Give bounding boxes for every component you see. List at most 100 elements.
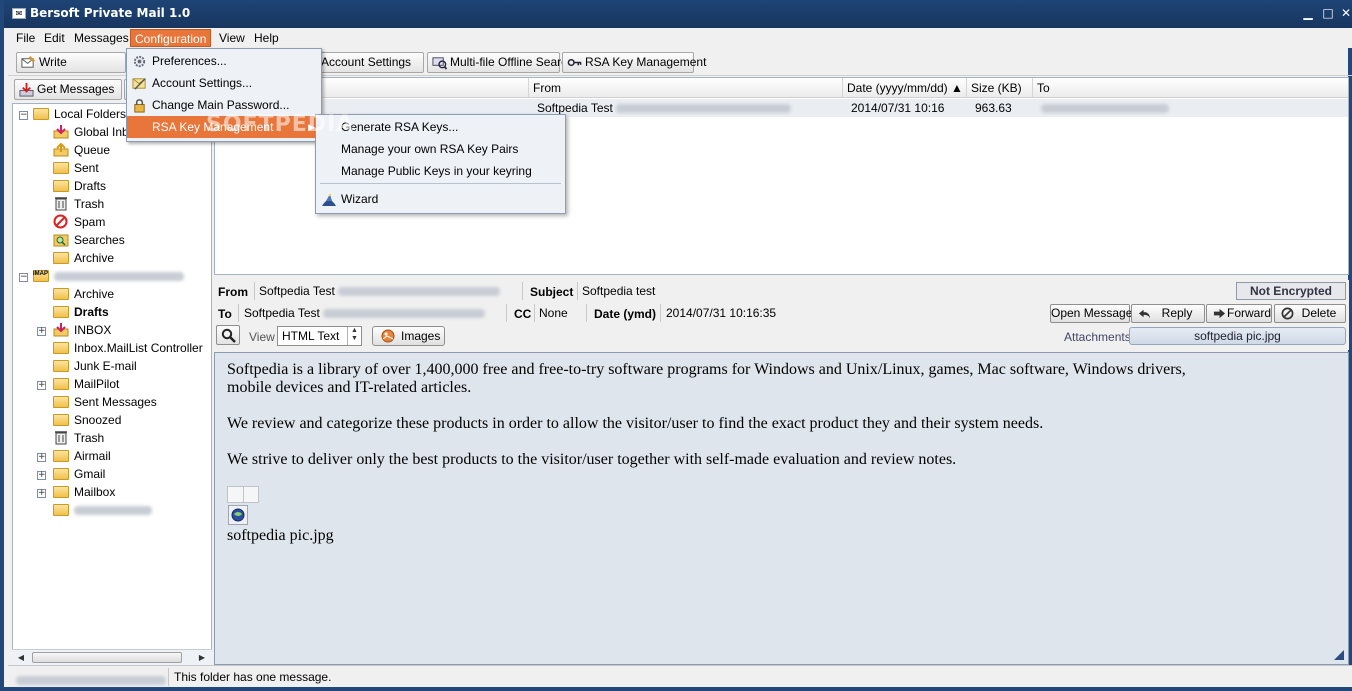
tree-imap-account[interactable]: IMAP — [33, 267, 184, 285]
status-bar: This folder has one message. — [8, 665, 1352, 687]
message-to-redacted — [1037, 99, 1169, 117]
inbox-icon — [53, 125, 69, 139]
body-para-3: We strive to deliver only the best produ… — [227, 451, 957, 468]
reply-button[interactable]: Reply — [1131, 304, 1205, 323]
column-to[interactable]: To — [1033, 78, 1349, 98]
spinner-icon[interactable]: ▲ ▼ — [347, 327, 361, 345]
find-button[interactable] — [216, 325, 240, 345]
delete-button[interactable]: Delete — [1274, 304, 1346, 323]
account-settings-icon — [132, 78, 146, 90]
account-name-redacted — [54, 269, 184, 283]
collapse-local-folders[interactable]: − — [19, 111, 28, 120]
folder-label: Searches — [74, 233, 125, 247]
folder-sent[interactable]: Sent — [53, 159, 99, 177]
close-icon[interactable]: ✕ — [1338, 6, 1352, 20]
folder-label: MailPilot — [74, 377, 120, 391]
body-para-2: We review and categorize these products … — [227, 415, 1044, 432]
minimize-icon[interactable]: ▁ — [1300, 6, 1316, 20]
menu-bar: File Edit Messages Configuration View He… — [8, 28, 1352, 48]
resize-grip-icon[interactable] — [1333, 649, 1345, 661]
folder-queue[interactable]: Queue — [53, 141, 110, 159]
folder-spam[interactable]: Spam — [53, 213, 105, 231]
offline-search-button[interactable]: Multi-file Offline Search — [427, 52, 574, 73]
magnifier-icon — [221, 328, 236, 343]
imap-folder-trash[interactable]: Trash — [53, 429, 104, 447]
collapse-imap-account[interactable]: − — [19, 273, 28, 282]
title-bar: ✉ Bersoft Private Mail 1.0 ▁ □ ✕ — [4, 0, 1352, 28]
imap-folder-archive[interactable]: Archive — [53, 285, 114, 303]
menu-change-password[interactable]: Change Main Password... — [127, 94, 321, 116]
view-mode-select[interactable]: HTML Text ▲ ▼ — [277, 326, 362, 346]
menu-rsa-key-management[interactable]: RSA Key Management ▶ — [127, 116, 321, 138]
tree-local-folders[interactable]: Local Folders — [33, 105, 126, 123]
folder-icon — [53, 395, 69, 408]
open-message-button[interactable]: Open Message — [1050, 304, 1132, 323]
account-settings-button[interactable]: Account Settings — [308, 52, 424, 73]
write-button[interactable]: Write — [16, 52, 126, 73]
menu-messages[interactable]: Messages — [70, 29, 133, 47]
column-size[interactable]: Size (KB) — [967, 78, 1033, 98]
menu-view[interactable]: View — [215, 29, 249, 47]
from-value: Softpedia Test — [259, 284, 501, 298]
expand-mailpilot[interactable]: + — [37, 381, 46, 390]
divider — [586, 304, 587, 322]
message-list-header: From Date (yyyy/mm/dd) ▲ Size (KB) To — [215, 78, 1348, 98]
expand-inbox[interactable]: + — [37, 327, 46, 336]
folder-searches[interactable]: Searches — [53, 231, 125, 249]
folder-label: Snoozed — [74, 413, 122, 427]
message-body: Softpedia is a library of over 1,400,000… — [214, 352, 1349, 665]
get-messages-button[interactable]: Get Messages — [14, 79, 122, 100]
imap-folder-airmail[interactable]: Airmail — [53, 447, 111, 465]
imap-folder-gmail[interactable]: Gmail — [53, 465, 105, 483]
reply-arrow-icon — [1138, 309, 1151, 319]
menu-manage-public-keys[interactable]: Manage Public Keys in your keyring — [316, 160, 565, 182]
imap-folder-mailpilot[interactable]: MailPilot — [53, 375, 119, 393]
menu-generate-rsa-keys[interactable]: Generate RSA Keys... — [316, 116, 565, 138]
message-header-pane: From Softpedia Test Subject Softpedia te… — [214, 280, 1349, 350]
column-from[interactable]: From — [529, 78, 843, 98]
spam-blocked-icon — [53, 214, 69, 229]
scroll-right-icon[interactable]: ▶ — [195, 652, 209, 663]
menu-wizard[interactable]: Wizard — [316, 188, 565, 210]
imap-folder-mailbox[interactable]: Mailbox — [53, 483, 115, 501]
menu-edit[interactable]: Edit — [40, 29, 69, 47]
configuration-menu: Preferences... Account Settings... Chang… — [126, 48, 322, 142]
folder-tree-hscrollbar[interactable]: ◀ ▶ — [12, 649, 212, 665]
imap-folder-inbox[interactable]: INBOX — [53, 321, 111, 339]
menu-configuration[interactable]: Configuration — [130, 29, 212, 47]
forward-button[interactable]: Forward — [1206, 304, 1272, 323]
gear-icon — [133, 55, 146, 68]
expand-mailbox[interactable]: + — [37, 489, 46, 498]
broken-image-icon[interactable] — [228, 505, 248, 525]
menu-manage-own-keys[interactable]: Manage your own RSA Key Pairs — [316, 138, 565, 160]
folder-tree: − Local Folders Global Inbox Queue Sent … — [12, 103, 212, 665]
folder-drafts[interactable]: Drafts — [53, 177, 106, 195]
imap-folder-junk[interactable]: Junk E-mail — [53, 357, 137, 375]
maximize-icon[interactable]: □ — [1320, 6, 1336, 20]
divider — [534, 304, 535, 322]
images-button[interactable]: Images — [372, 326, 445, 346]
imap-folder-redacted[interactable] — [53, 501, 152, 519]
folder-archive[interactable]: Archive — [53, 249, 114, 267]
imap-folder-maillist-controller[interactable]: Inbox.MailList Controller — [53, 339, 203, 357]
folder-trash[interactable]: Trash — [53, 195, 104, 213]
date-label: Date (ymd) — [594, 307, 657, 321]
menu-help[interactable]: Help — [250, 29, 283, 47]
imap-folder-sent-messages[interactable]: Sent Messages — [53, 393, 157, 411]
menu-file[interactable]: File — [12, 29, 39, 47]
folder-icon — [53, 485, 69, 498]
expand-gmail[interactable]: + — [37, 471, 46, 480]
folder-label: Drafts — [74, 305, 109, 319]
attachment-file[interactable]: softpedia pic.jpg — [1129, 327, 1346, 345]
folder-icon — [53, 449, 69, 462]
scroll-left-icon[interactable]: ◀ — [14, 652, 28, 663]
menu-account-settings[interactable]: Account Settings... — [127, 72, 321, 94]
imap-folder-snoozed[interactable]: Snoozed — [53, 411, 121, 429]
imap-folder-drafts[interactable]: Drafts — [53, 303, 109, 321]
expand-airmail[interactable]: + — [37, 453, 46, 462]
rsa-key-management-button[interactable]: RSA Key Management — [562, 52, 706, 73]
compose-icon — [21, 55, 36, 68]
scroll-thumb[interactable] — [32, 652, 182, 663]
menu-preferences[interactable]: Preferences... — [127, 50, 321, 72]
column-date[interactable]: Date (yyyy/mm/dd) ▲ — [843, 78, 967, 98]
